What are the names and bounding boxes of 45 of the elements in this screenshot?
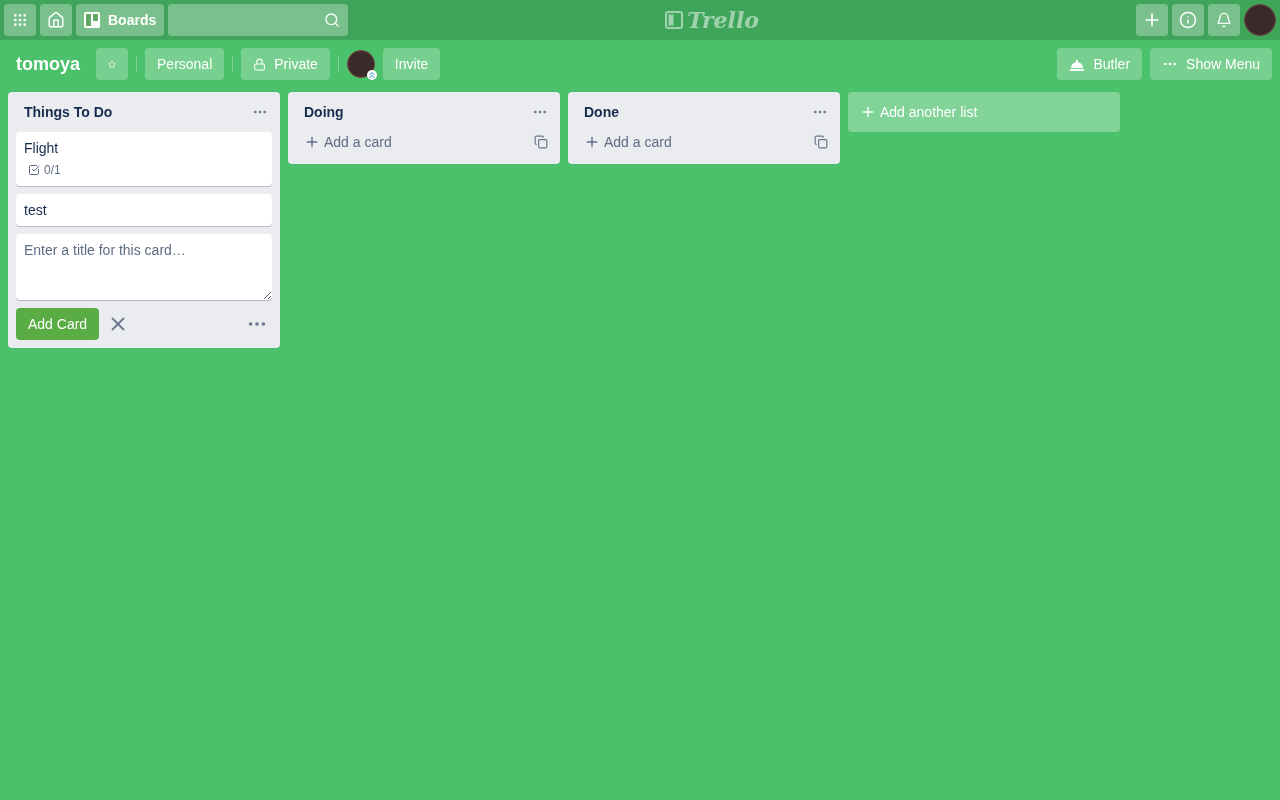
add-card-button[interactable]: Add Card: [16, 308, 100, 340]
plus-icon: [304, 134, 320, 150]
butler-button[interactable]: Butler: [1057, 48, 1143, 80]
card[interactable]: test: [16, 194, 272, 226]
list-title[interactable]: Done: [584, 102, 619, 122]
show-menu-button[interactable]: Show Menu: [1150, 48, 1272, 80]
star-button[interactable]: [96, 48, 128, 80]
logo[interactable]: Trello: [665, 3, 759, 37]
boards-button[interactable]: Boards: [76, 4, 165, 36]
card-title: Flight: [24, 139, 60, 158]
bell-cloche-icon: [1069, 57, 1086, 71]
template-icon[interactable]: [814, 135, 828, 149]
list-title[interactable]: Doing: [304, 102, 344, 122]
add-list-button[interactable]: Add another list: [848, 92, 1120, 132]
admin-badge-icon: [366, 70, 377, 80]
avatar[interactable]: [346, 50, 375, 78]
lock-icon: [253, 57, 267, 71]
visibility-button[interactable]: Private: [241, 48, 330, 80]
info-button[interactable]: [1172, 4, 1204, 36]
plus-icon: [584, 134, 600, 150]
checklist-icon: [28, 164, 40, 176]
add-button[interactable]: [1136, 4, 1168, 36]
search-field[interactable]: [168, 4, 349, 36]
home-icon: [47, 11, 65, 29]
plus-icon: [860, 104, 876, 120]
info-icon: [1179, 11, 1197, 29]
add-card-link[interactable]: Add a card: [296, 132, 400, 152]
grid-icon: [12, 12, 28, 28]
invite-button[interactable]: Invite: [382, 48, 441, 80]
board-title[interactable]: tomoya: [8, 50, 88, 78]
checklist-count: 0/1: [44, 162, 61, 178]
list-title[interactable]: Things To Do: [24, 102, 113, 122]
team-button[interactable]: Personal: [145, 48, 225, 80]
apps-button[interactable]: [4, 4, 36, 36]
logo-icon: [665, 11, 684, 29]
add-card-link[interactable]: Add a card: [576, 132, 680, 152]
search-icon: [324, 12, 341, 28]
card-title: test: [24, 201, 48, 220]
card[interactable]: Flight 0/1: [16, 132, 272, 186]
bell-icon: [1216, 12, 1232, 28]
home-button[interactable]: [40, 4, 72, 36]
card-title-input[interactable]: Enter a title for this card…: [16, 234, 272, 300]
notifications-button[interactable]: [1208, 4, 1240, 36]
boards-icon: [84, 12, 100, 28]
template-icon[interactable]: [534, 135, 548, 149]
